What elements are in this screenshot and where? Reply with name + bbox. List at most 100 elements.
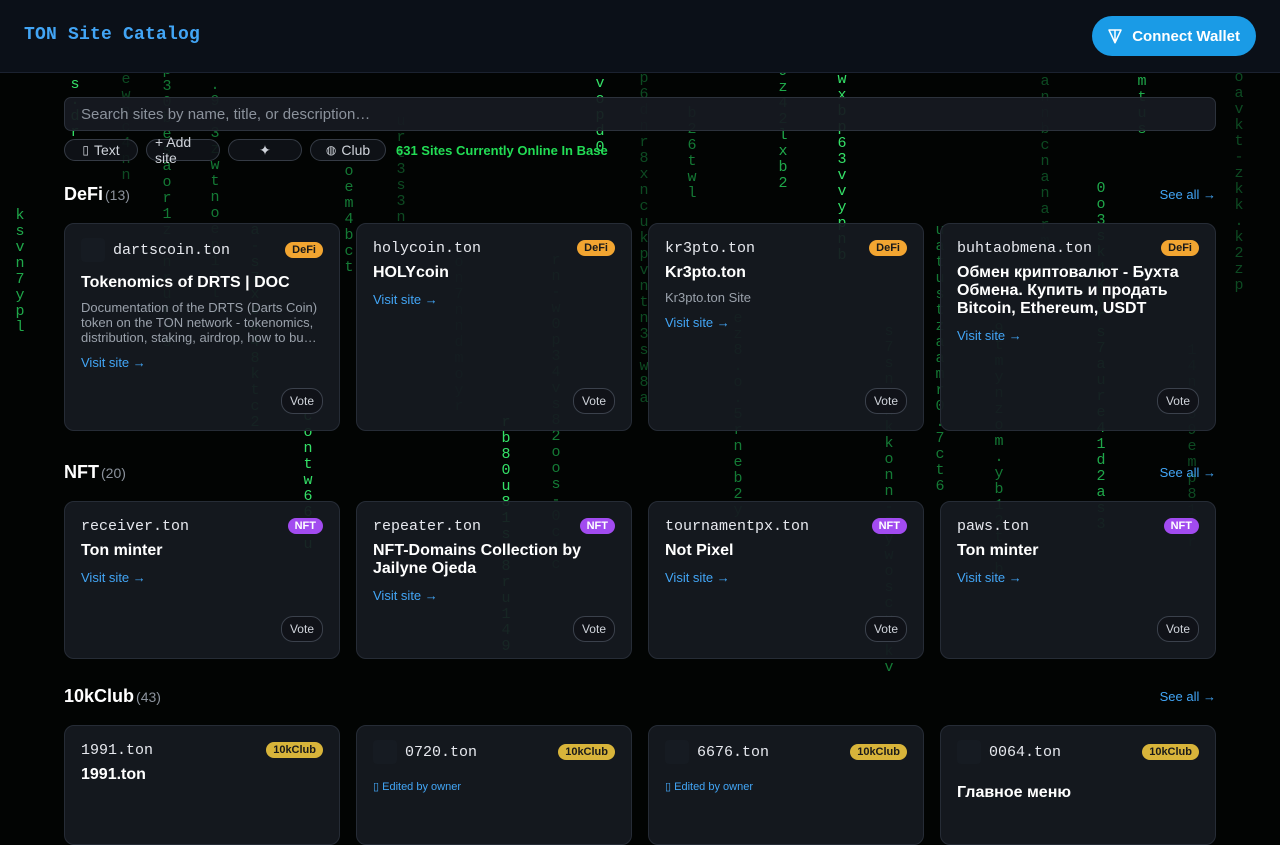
site-card[interactable]: dartscoin.ton DeFi Tokenomics of DRTS | … [64, 223, 340, 431]
online-status-text: 631 Sites Currently Online In Base [396, 142, 608, 158]
visit-site-link[interactable]: Visit site → [957, 328, 1199, 343]
site-domain: 0064.ton [957, 740, 1061, 764]
site-domain: tournamentpx.ton [665, 517, 810, 535]
category-badge: 10kClub [558, 744, 615, 760]
category-badge: DeFi [869, 240, 907, 256]
site-domain: paws.ton [957, 517, 1030, 535]
category-badge: NFT [287, 518, 323, 534]
vote-button[interactable]: Vote [1156, 616, 1199, 642]
visit-site-link[interactable]: Visit site → [665, 315, 907, 330]
site-title: HOLYcoin [373, 264, 449, 281]
category-badge: NFT [1163, 518, 1199, 534]
site-title: Tokenomics of DRTS | DOC [81, 274, 290, 291]
filter-bar: ▯ Text + Add site ✦ ◍ Club 631 Sites Cur… [64, 134, 1216, 166]
site-title: Ton minter [81, 542, 163, 559]
site-title: Ton minter [957, 542, 1039, 559]
site-title: Главное меню [957, 784, 1072, 801]
site-title: 1991.ton [81, 766, 146, 783]
category-badge: 10kClub [266, 742, 323, 758]
site-description: Documentation of the DRTS (Darts Coin) t… [81, 300, 318, 345]
visit-site-link[interactable]: Visit site → [665, 570, 907, 585]
site-card[interactable]: repeater.ton NFT NFT-Domains Collection … [356, 501, 632, 659]
site-domain: 1991.ton [81, 741, 154, 759]
favicon-icon [81, 238, 105, 262]
site-domain: kr3pto.ton [665, 239, 756, 257]
favicon-icon [665, 740, 689, 764]
category-badge: NFT [579, 518, 615, 534]
vote-button[interactable]: Vote [572, 388, 615, 414]
add-site-button[interactable]: + Add site [146, 134, 220, 166]
site-title: Обмен криптовалют - Бухта Обмена. Купить… [957, 264, 1179, 317]
site-card[interactable]: 0064.ton 10kClub Главное меню [940, 725, 1216, 845]
site-description: Kr3pto.ton Site [665, 290, 751, 305]
section-title: 10kClub (43) [64, 686, 161, 706]
sparkle-filter-chip[interactable]: ✦ [228, 139, 302, 161]
see-all-link[interactable]: See all → [1160, 465, 1216, 480]
section-count: (43) [136, 689, 161, 705]
visit-site-link[interactable]: Visit site → [373, 588, 615, 603]
site-card[interactable]: buhtaobmena.ton DeFi Обмен криптовалют -… [940, 223, 1216, 431]
section-count: (13) [105, 187, 130, 203]
visit-site-link[interactable]: Visit site → [81, 570, 323, 585]
connect-wallet-label: Connect Wallet [1132, 27, 1240, 45]
site-card[interactable]: 0720.ton 10kClub ▯ Edited by owner [356, 725, 632, 845]
section-nft: NFT (20) See all → receiver.ton NFT Ton m… [64, 462, 1216, 659]
text-mode-chip[interactable]: ▯ Text [64, 139, 138, 161]
site-domain: receiver.ton [81, 517, 190, 535]
sparkle-icon: ✦ [259, 141, 271, 158]
category-badge: DeFi [577, 240, 615, 256]
connect-wallet-button[interactable]: Connect Wallet [1092, 16, 1256, 56]
favicon-icon [957, 740, 981, 764]
site-domain: 6676.ton [665, 740, 769, 764]
section-defi: DeFi (13) See all → dartscoin.ton DeFi To… [64, 184, 1216, 431]
visit-site-link[interactable]: Visit site → [373, 292, 615, 307]
section-title: DeFi (13) [64, 184, 130, 204]
site-domain: repeater.ton [373, 517, 482, 535]
category-badge: 10kClub [1142, 744, 1199, 760]
club-chip-label: Club [341, 142, 371, 158]
see-all-link[interactable]: See all → [1160, 187, 1216, 202]
site-title: Not Pixel [665, 542, 734, 559]
site-title: NFT-Domains Collection by Jailyne Ojeda [373, 542, 582, 577]
top-bar: TON Site Catalog Connect Wallet [0, 0, 1280, 73]
vote-button[interactable]: Vote [280, 388, 323, 414]
site-domain: 0720.ton [373, 740, 477, 764]
visit-site-link[interactable]: Visit site → [957, 570, 1199, 585]
category-badge: DeFi [285, 242, 323, 258]
text-icon: ▯ [82, 143, 89, 157]
see-all-link[interactable]: See all → [1160, 689, 1216, 704]
category-badge: DeFi [1161, 240, 1199, 256]
site-card[interactable]: kr3pto.ton DeFi Kr3pto.ton Kr3pto.ton Si… [648, 223, 924, 431]
vote-button[interactable]: Vote [280, 616, 323, 642]
site-card[interactable]: 1991.ton 10kClub 1991.ton [64, 725, 340, 845]
edited-by-owner-label: ▯ Edited by owner [665, 781, 753, 793]
globe-icon: ◍ [325, 143, 337, 157]
favicon-icon [373, 740, 397, 764]
matrix-column: k s v n 7 y p l [15, 207, 25, 336]
vote-button[interactable]: Vote [864, 388, 907, 414]
edited-by-owner-label: ▯ Edited by owner [373, 781, 461, 793]
add-site-label: + Add site [155, 134, 192, 166]
text-chip-label: Text [93, 142, 120, 158]
site-domain: buhtaobmena.ton [957, 239, 1093, 257]
site-card[interactable]: receiver.ton NFT Ton minter Visit site →… [64, 501, 340, 659]
main-content: ▯ Text + Add site ✦ ◍ Club 631 Sites Cur… [64, 97, 1216, 845]
site-card[interactable]: tournamentpx.ton NFT Not Pixel Visit sit… [648, 501, 924, 659]
category-badge: 10kClub [850, 744, 907, 760]
search-input[interactable] [64, 97, 1216, 131]
site-logo[interactable]: TON Site Catalog [24, 25, 200, 45]
ton-diamond-icon [1108, 29, 1122, 44]
site-domain: holycoin.ton [373, 239, 482, 257]
club-filter-chip[interactable]: ◍ Club [310, 139, 386, 161]
visit-site-link[interactable]: Visit site → [81, 355, 323, 370]
site-card[interactable]: holycoin.ton DeFi HOLYcoin Visit site → … [356, 223, 632, 431]
vote-button[interactable]: Vote [1156, 388, 1199, 414]
category-badge: NFT [871, 518, 907, 534]
site-card[interactable]: 6676.ton 10kClub ▯ Edited by owner [648, 725, 924, 845]
vote-button[interactable]: Vote [572, 616, 615, 642]
section-title: NFT (20) [64, 462, 126, 482]
section-10kclub: 10kClub (43) See all → 1991.ton 10kClub 1… [64, 686, 1216, 845]
vote-button[interactable]: Vote [864, 616, 907, 642]
site-card[interactable]: paws.ton NFT Ton minter Visit site → Vot… [940, 501, 1216, 659]
section-count: (20) [101, 465, 126, 481]
